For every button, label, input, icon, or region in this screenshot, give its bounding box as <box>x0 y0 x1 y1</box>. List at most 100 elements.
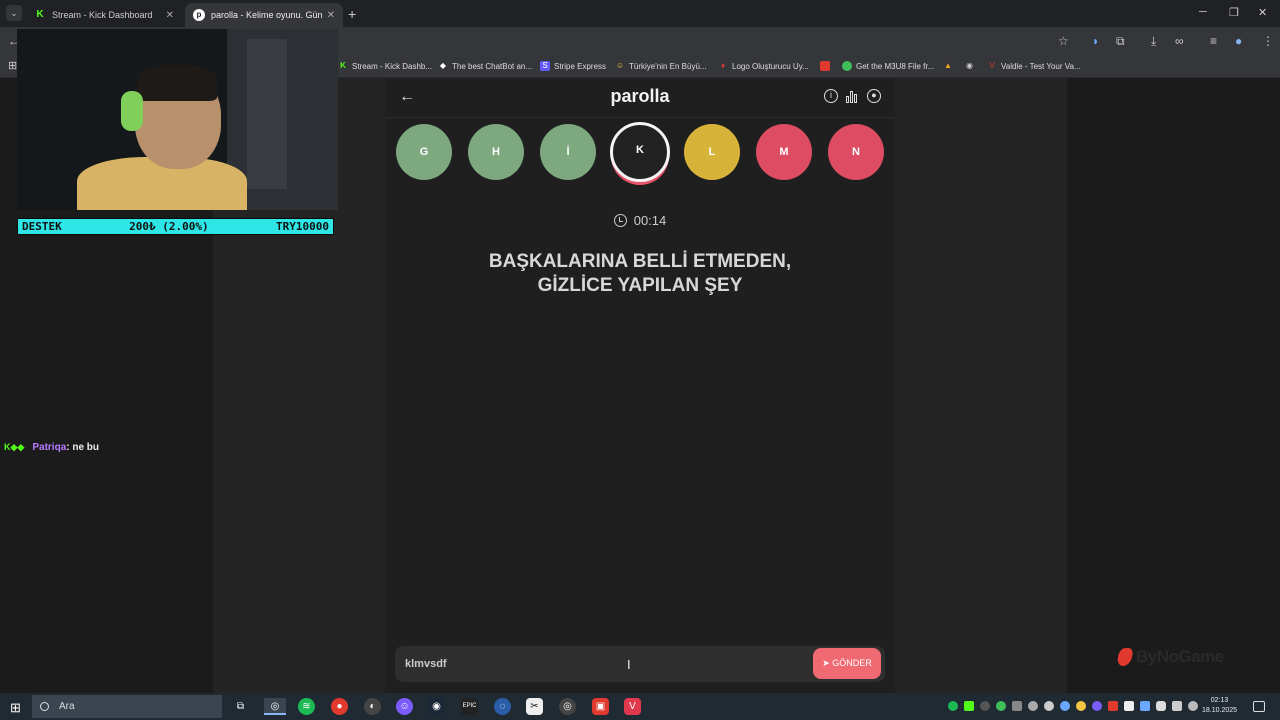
question-line: BAŞKALARINA BELLİ ETMEDEN, <box>488 251 792 272</box>
bookmark-item[interactable]: ◆ The best ChatBot an... <box>438 61 532 71</box>
tray-steam-icon[interactable] <box>1060 701 1070 711</box>
donation-goal-bar: DESTEK 200₺ (2.00%) TRY10000 <box>17 218 334 235</box>
letter-circle: İ <box>540 124 596 180</box>
new-tab-button[interactable]: + <box>348 6 356 22</box>
network-icon[interactable] <box>1172 701 1182 711</box>
tray-kick-icon[interactable] <box>964 701 974 711</box>
letter-circle: H <box>468 124 524 180</box>
window-close-icon[interactable]: ✕ <box>1258 6 1267 19</box>
bookmark-item[interactable]: S Stripe Express <box>540 61 606 71</box>
chrome-icon[interactable]: ◎ <box>264 698 286 715</box>
browser-tab-bar: ⌄ K Stream - Kick Dashboard ✕ p parolla … <box>0 0 1280 27</box>
capcut-icon[interactable]: ✂ <box>526 698 543 715</box>
minimize-icon[interactable]: ─ <box>1199 6 1207 18</box>
tray-app-icon[interactable] <box>1012 701 1022 711</box>
goal-amount: 200₺ (2.00%) <box>129 220 209 233</box>
search-placeholder: Ara <box>59 701 75 712</box>
stats-icon[interactable] <box>846 90 860 103</box>
apps-grid-icon[interactable]: ⊞ <box>8 59 17 72</box>
bookmark-item[interactable]: Get the M3U8 File fr... <box>842 61 934 71</box>
letter-circle: L <box>684 124 740 180</box>
restore-icon[interactable]: ❐ <box>1229 6 1239 19</box>
app-red-icon[interactable]: ● <box>331 698 348 715</box>
app-red-square-icon[interactable]: ▣ <box>592 698 609 715</box>
tray-discord-icon[interactable] <box>1092 701 1102 711</box>
taskbar: ⊞ Ara ⧉ ◎ ≋ ● ◐ ☺ ◉ EPIC ◌ ✂ ◎ ▣ V 02:13… <box>0 693 1280 720</box>
close-icon[interactable]: ✕ <box>166 10 174 21</box>
bookmark-item[interactable]: V Valdle - Test Your Va... <box>987 61 1080 71</box>
valorant-icon[interactable]: V <box>624 698 641 715</box>
bookmark-star-icon[interactable]: ☆ <box>1058 34 1069 48</box>
app-circle-icon[interactable]: ◐ <box>364 698 381 715</box>
countdown-timer: 00:14 <box>385 213 895 228</box>
close-icon[interactable]: ✕ <box>327 10 335 21</box>
text-cursor-icon: I <box>627 657 631 672</box>
tab-search-button[interactable]: ⌄ <box>6 5 22 21</box>
task-view-icon[interactable]: ⧉ <box>232 698 249 715</box>
webcam-overlay <box>17 29 338 210</box>
notification-icon[interactable] <box>1253 701 1265 712</box>
globe-icon[interactable]: ◉ <box>966 61 973 70</box>
tray-app-icon[interactable] <box>1044 701 1054 711</box>
menu-icon[interactable]: ⋮ <box>1262 34 1274 48</box>
answer-input[interactable] <box>405 656 785 672</box>
volume-icon[interactable] <box>1188 701 1198 711</box>
tray-app-icon[interactable] <box>980 701 990 711</box>
triangle-icon[interactable]: ▲ <box>944 61 952 70</box>
chat-username: Patriqa <box>32 442 67 453</box>
profile-avatar-icon[interactable]: ● <box>1235 34 1242 48</box>
tray-app-icon[interactable] <box>1140 701 1150 711</box>
media-icon[interactable]: ≡ <box>1210 34 1217 48</box>
diamond-icon: ◆ <box>439 61 447 70</box>
bookmark-item[interactable]: K Stream - Kick Dashb... <box>338 61 432 71</box>
letter-wheel: G H İ K L M N <box>385 122 895 184</box>
bookmark-item[interactable]: ☺ Türkiye'nin En Büyü... <box>615 61 707 71</box>
send-icon: ➤ <box>822 658 833 668</box>
send-button[interactable]: ➤ GÖNDER <box>813 648 881 679</box>
tray-chrome-icon[interactable] <box>1076 701 1086 711</box>
taskbar-search[interactable]: Ara <box>32 695 222 718</box>
microphone-icon[interactable] <box>1156 701 1166 711</box>
tray-app-icon[interactable] <box>1028 701 1038 711</box>
video-icon[interactable] <box>820 61 834 71</box>
clock-time: 02:13 <box>1210 697 1229 704</box>
taskbar-clock[interactable]: 02:13 18.10.2025 <box>1202 696 1237 716</box>
extensions-puzzle-icon[interactable]: ⧉ <box>1116 34 1125 49</box>
download-icon[interactable]: ⤓ <box>1151 34 1156 49</box>
valorant-icon: V <box>989 61 995 70</box>
tab-title: Stream - Kick Dashboard <box>52 10 153 20</box>
timer-value: 00:14 <box>633 213 667 228</box>
obs-icon[interactable]: ◎ <box>559 698 576 715</box>
parolla-game: ← parolla i ● G H İ K L M N 00:14 BAŞKAL… <box>385 78 895 693</box>
app-header: ← parolla i ● <box>385 78 895 118</box>
link-icon[interactable]: ∞ <box>1175 34 1184 48</box>
discord-icon[interactable]: ☺ <box>396 698 413 715</box>
question-line: GİZLİCE YAPILAN ŞEY <box>537 275 743 296</box>
chat-text: : ne bu <box>66 442 100 453</box>
tray-spotify-icon[interactable] <box>948 701 958 711</box>
epic-games-icon[interactable]: EPIC <box>461 698 478 715</box>
face-icon: ☺ <box>615 61 625 70</box>
parolla-icon: p <box>193 9 205 21</box>
chat-message: K◆◆ Patriqa : ne bu <box>4 442 99 453</box>
tab-kick-dashboard[interactable]: K Stream - Kick Dashboard ✕ <box>26 3 182 27</box>
logo-icon: ♦ <box>720 61 726 70</box>
tray-app-icon[interactable] <box>1124 701 1134 711</box>
chat-badges-icon: K◆◆ <box>4 442 25 452</box>
search-icon <box>40 702 49 711</box>
answer-bar: ➤ GÖNDER <box>395 646 885 682</box>
check-icon <box>842 61 852 71</box>
tray-app-icon[interactable] <box>996 701 1006 711</box>
kick-icon: K <box>36 9 44 20</box>
user-icon[interactable]: ● <box>867 89 881 103</box>
bookmark-item[interactable]: ♦ Logo Oluşturucu Uy... <box>718 61 809 71</box>
extension-icon[interactable]: ◗ <box>1092 34 1099 48</box>
letter-circle: N <box>828 124 884 180</box>
app-blue-icon[interactable]: ◌ <box>494 698 511 715</box>
tab-parolla[interactable]: p parolla - Kelime oyunu. Günlük ✕ <box>185 3 343 27</box>
steam-icon[interactable]: ◉ <box>428 698 445 715</box>
windows-start-icon[interactable]: ⊞ <box>10 700 21 716</box>
info-icon[interactable]: i <box>824 89 838 103</box>
tray-app-icon[interactable] <box>1108 701 1118 711</box>
spotify-icon[interactable]: ≋ <box>298 698 315 715</box>
